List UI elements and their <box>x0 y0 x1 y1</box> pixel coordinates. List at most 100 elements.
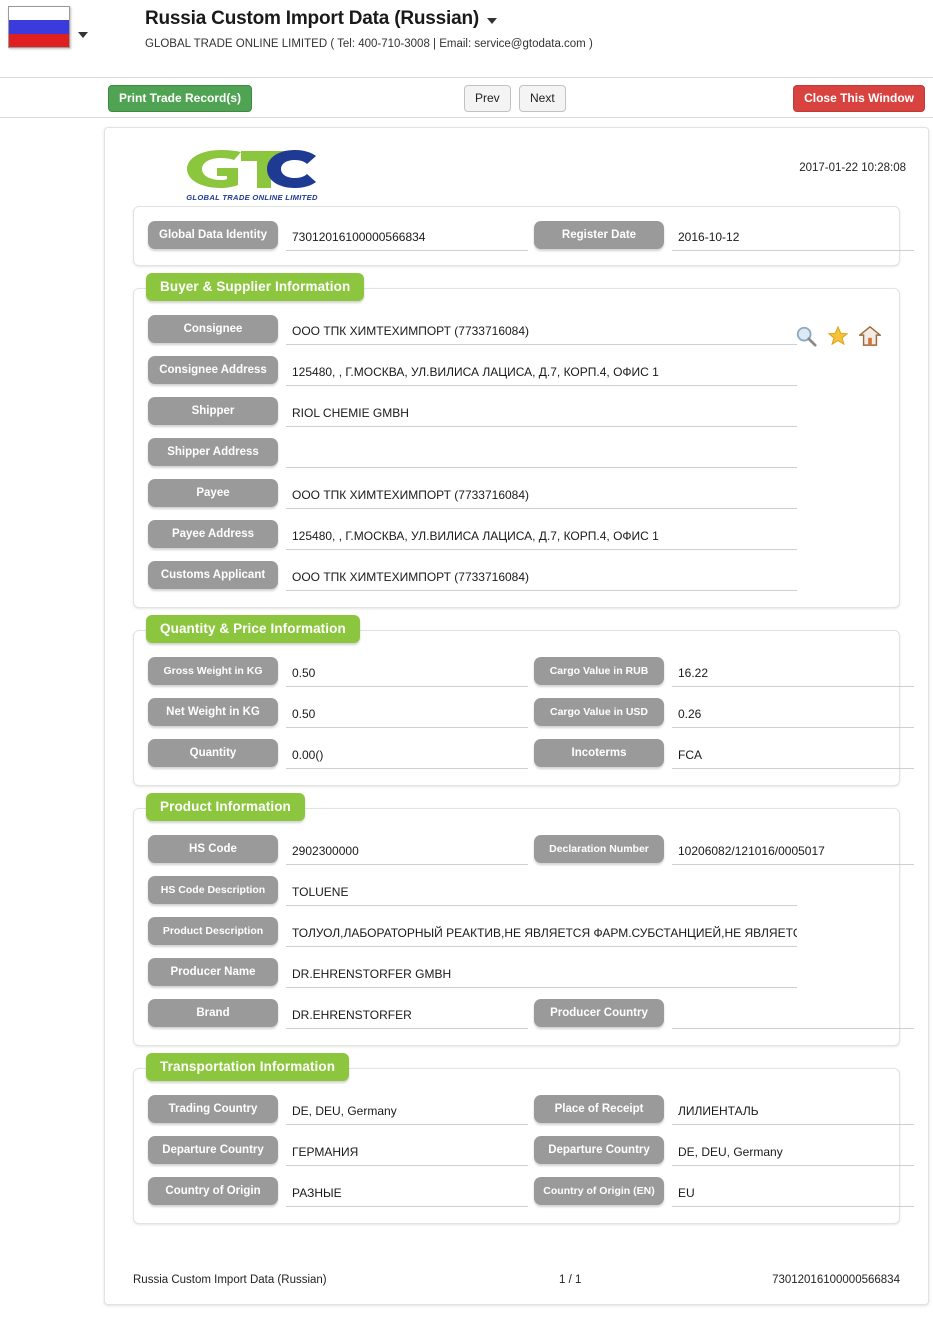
section-title: Quantity & Price Information <box>146 615 360 643</box>
field-group: Country of Origin РАЗНЫЕ <box>148 1177 528 1207</box>
field-group: HS Code 2902300000 <box>148 835 528 865</box>
field-group: Brand DR.EHRENSTORFER <box>148 999 528 1029</box>
field-row: Departure Country ГЕРМАНИЯ Departure Count… <box>148 1136 914 1166</box>
field-row: Customs Applicant ООО ТПК ХИМТЕХИМПОРТ (7… <box>148 561 885 591</box>
field-row: HS Code Description TOLUENE <box>148 876 885 906</box>
section-title: Product Information <box>146 793 305 821</box>
field-label: Consignee Address <box>148 356 278 384</box>
field-label: Payee Address <box>148 520 278 548</box>
field-label: HS Code Description <box>148 876 278 904</box>
title-block: Russia Custom Import Data (Russian) GLOB… <box>145 6 593 50</box>
field-label: Quantity <box>148 739 278 767</box>
field-value: RIOL CHEMIE GMBH <box>286 401 797 427</box>
field-row: Trading Country DE, DEU, Germany Place of … <box>148 1095 914 1125</box>
field-row: Shipper RIOL CHEMIE GMBH <box>148 397 885 427</box>
field-row: Shipper Address <box>148 438 885 468</box>
field-value: 10206082/121016/0005017 <box>672 839 914 865</box>
field-value: EU <box>672 1181 914 1207</box>
field-group: Net Weight in KG 0.50 <box>148 698 528 728</box>
field-group: Trading Country DE, DEU, Germany <box>148 1095 528 1125</box>
field-value: 73012016100000566834 <box>286 225 528 251</box>
close-window-button[interactable]: Close This Window <box>793 85 925 112</box>
field-row: Brand DR.EHRENSTORFER Producer Country <box>148 999 914 1029</box>
field-label: Customs Applicant <box>148 561 278 589</box>
field-group: Quantity 0.00() <box>148 739 528 769</box>
field-label: HS Code <box>148 835 278 863</box>
field-value: FCA <box>672 743 914 769</box>
field-value: 16.22 <box>672 661 914 687</box>
field-value: 2016-10-12 <box>672 225 914 251</box>
field-row: Payee ООО ТПК ХИМТЕХИМПОРТ (7733716084) <box>148 479 885 509</box>
field-value: ООО ТПК ХИМТЕХИМПОРТ (7733716084) <box>286 483 797 509</box>
action-toolbar: Print Trade Record(s) Prev Next Close Th… <box>0 78 933 118</box>
field-value: DE, DEU, Germany <box>286 1099 528 1125</box>
field-value: 0.00() <box>286 743 528 769</box>
field-label: Cargo Value in RUB <box>534 657 664 685</box>
search-icon[interactable] <box>795 325 817 347</box>
app-header: Russia Custom Import Data (Russian) GLOB… <box>0 0 933 78</box>
field-label: Incoterms <box>534 739 664 767</box>
field-group: Departure Country DE, DEU, Germany <box>534 1136 914 1166</box>
field-row: Gross Weight in KG 0.50 Cargo Value in RUB… <box>148 657 914 687</box>
chevron-down-icon[interactable] <box>78 32 88 38</box>
field-label: Gross Weight in KG <box>148 657 278 685</box>
field-label: Producer Country <box>534 999 664 1027</box>
field-group: Place of Receipt ЛИЛИЕНТАЛЬ <box>534 1095 914 1125</box>
star-icon[interactable] <box>827 325 849 347</box>
field-row: Country of Origin РАЗНЫЕ Country of Origin… <box>148 1177 914 1207</box>
field-value: TOLUENE <box>286 880 797 906</box>
field-label: Shipper Address <box>148 438 278 466</box>
home-icon[interactable] <box>859 325 881 347</box>
field-group: Declaration Number 10206082/121016/000501… <box>534 835 914 865</box>
field-group: Country of Origin (EN) EU <box>534 1177 914 1207</box>
field-label: Global Data Identity <box>148 221 278 249</box>
field-value: ГЕРМАНИЯ <box>286 1140 528 1166</box>
field-value <box>286 442 797 468</box>
register-date-field: Register Date 2016-10-12 <box>534 221 914 251</box>
footer-record-id: 73012016100000566834 <box>772 1274 900 1286</box>
document-timestamp: 2017-01-22 10:28:08 <box>799 162 906 174</box>
field-label: Register Date <box>534 221 664 249</box>
print-trade-records-button[interactable]: Print Trade Record(s) <box>108 85 253 112</box>
russia-flag-icon[interactable] <box>8 6 70 48</box>
field-value: ООО ТПК ХИМТЕХИМПОРТ (7733716084) <box>286 319 797 345</box>
field-value: ЛИЛИЕНТАЛЬ <box>672 1099 914 1125</box>
field-label: Cargo Value in USD <box>534 698 664 726</box>
field-label: Departure Country <box>148 1136 278 1164</box>
prev-record-button[interactable]: Prev <box>464 85 511 112</box>
field-row: Producer Name DR.EHRENSTORFER GMBH <box>148 958 885 988</box>
field-value: РАЗНЫЕ <box>286 1181 528 1207</box>
page-title-text: Russia Custom Import Data (Russian) <box>145 8 479 29</box>
field-group: Cargo Value in USD 0.26 <box>534 698 914 728</box>
record-action-icons <box>795 325 881 347</box>
field-value: DE, DEU, Germany <box>672 1140 914 1166</box>
field-label: Trading Country <box>148 1095 278 1123</box>
field-row: Quantity 0.00() Incoterms FCA <box>148 739 914 769</box>
field-label: Place of Receipt <box>534 1095 664 1123</box>
sections-host: Buyer & Supplier Information Consignee ООО… <box>121 273 914 1224</box>
footer-dataset-name: Russia Custom Import Data (Russian) <box>133 1274 327 1286</box>
field-group: Departure Country ГЕРМАНИЯ <box>148 1136 528 1166</box>
field-row: Product Description ТОЛУОЛ,ЛАБОРАТОРНЫЙ Р… <box>148 917 885 947</box>
field-value: DR.EHRENSTORFER <box>286 1003 528 1029</box>
field-label: Net Weight in KG <box>148 698 278 726</box>
field-label: Country of Origin <box>148 1177 278 1205</box>
footer-page-indicator: 1 / 1 <box>558 1274 582 1286</box>
section-title: Transportation Information <box>146 1053 350 1081</box>
field-row: Consignee ООО ТПК ХИМТЕХИМПОРТ (773371608… <box>148 315 885 345</box>
field-label: Departure Country <box>534 1136 664 1164</box>
next-record-button[interactable]: Next <box>519 85 566 112</box>
company-contact-line: GLOBAL TRADE ONLINE LIMITED ( Tel: 400-7… <box>145 38 593 50</box>
field-group: Producer Country <box>534 999 914 1029</box>
field-group: Gross Weight in KG 0.50 <box>148 657 528 687</box>
language-selector[interactable] <box>8 6 88 48</box>
field-row: HS Code 2902300000 Declaration Number 10206… <box>148 835 914 865</box>
section-panel: Quantity & Price Information Gross Weight… <box>133 615 914 786</box>
field-row: Net Weight in KG 0.50 Cargo Value in USD 0.… <box>148 698 914 728</box>
field-value: 0.50 <box>286 702 528 728</box>
field-value: 2902300000 <box>286 839 528 865</box>
chevron-down-icon[interactable] <box>487 18 497 24</box>
field-value: 125480, , Г.МОСКВА, УЛ.ВИЛИСА ЛАЦИСА, Д.… <box>286 360 797 386</box>
gto-logo-icon <box>187 150 316 188</box>
trade-record-document: GLOBAL TRADE ONLINE LIMITED 2017-01-22 1… <box>104 127 929 1305</box>
